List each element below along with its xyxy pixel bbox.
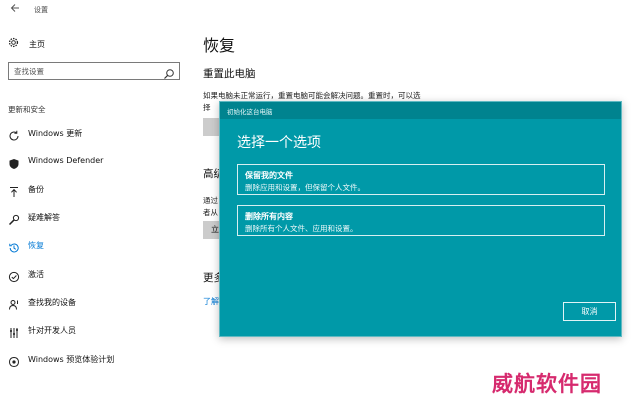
sidebar-home-label: 主页 xyxy=(29,39,45,49)
sidebar-item-activation[interactable]: 激活 xyxy=(0,262,190,286)
sidebar-item-label: 疑难解答 xyxy=(28,213,60,222)
back-arrow-icon xyxy=(10,4,19,12)
reset-description: 如果电脑未正常运行，重置电脑可能会解决问题。重置时，可以选 xyxy=(203,91,421,100)
option-title: 保留我的文件 xyxy=(245,171,293,180)
sidebar-item-insider-program[interactable]: Windows 预览体验计划 xyxy=(0,347,190,371)
sidebar-item-recovery[interactable]: 恢复 xyxy=(0,233,190,257)
dialog-title: 初始化这台电脑 xyxy=(227,108,273,116)
search-icon[interactable] xyxy=(163,65,175,79)
learn-more-link[interactable]: 了解 xyxy=(203,296,219,307)
advanced-description-cont: 者从 xyxy=(203,208,218,217)
option-description: 删除应用和设置，但保留个人文件。 xyxy=(245,183,365,192)
reset-description-cont: 择 xyxy=(203,103,211,112)
sidebar-item-windows-update[interactable]: Windows 更新 xyxy=(0,121,190,145)
window-titlebar: 设置 xyxy=(0,0,640,20)
wrench-icon xyxy=(8,211,20,226)
option-remove-everything[interactable]: 删除所有内容 删除所有个人文件、应用和设置。 xyxy=(237,205,605,236)
back-button[interactable] xyxy=(8,3,22,17)
gear-icon xyxy=(8,37,20,51)
option-keep-my-files[interactable]: 保留我的文件 删除应用和设置，但保留个人文件。 xyxy=(237,164,605,195)
shield-icon xyxy=(8,155,20,169)
advanced-description: 通过 xyxy=(203,196,218,205)
insider-icon xyxy=(8,353,20,368)
sidebar-item-troubleshoot[interactable]: 疑难解答 xyxy=(0,205,190,229)
sidebar-item-for-developers[interactable]: 针对开发人员 xyxy=(0,318,190,342)
window-title: 设置 xyxy=(34,6,48,14)
search-box[interactable] xyxy=(8,62,180,80)
sidebar-item-label: 查找我的设备 xyxy=(28,298,76,307)
sidebar-item-windows-defender[interactable]: Windows Defender xyxy=(0,149,190,173)
sidebar-item-backup[interactable]: 备份 xyxy=(0,177,190,201)
watermark: 威航软件园 xyxy=(492,371,602,396)
check-circle-icon xyxy=(8,268,20,283)
section-label: 更新和安全 xyxy=(8,105,46,114)
dialog-titlebar: 初始化这台电脑 xyxy=(220,102,621,119)
developer-tools-icon xyxy=(8,324,20,338)
sync-icon xyxy=(8,127,20,141)
sidebar-item-label: 恢复 xyxy=(28,241,44,250)
history-icon xyxy=(8,239,20,253)
reset-heading: 重置此电脑 xyxy=(203,68,256,80)
sidebar-item-label: 激活 xyxy=(28,270,44,279)
sidebar-item-label: 备份 xyxy=(28,185,44,194)
dialog-heading: 选择一个选项 xyxy=(237,135,321,151)
sidebar-item-find-my-device[interactable]: 查找我的设备 xyxy=(0,290,190,314)
sidebar-item-label: 针对开发人员 xyxy=(28,326,76,335)
sidebar-item-label: Windows 更新 xyxy=(28,129,83,138)
sidebar-home[interactable]: 主页 xyxy=(8,37,45,51)
option-title: 删除所有内容 xyxy=(245,212,293,221)
cancel-button[interactable]: 取消 xyxy=(563,302,616,321)
upload-arrow-icon xyxy=(8,183,20,197)
option-description: 删除所有个人文件、应用和设置。 xyxy=(245,224,358,233)
reset-pc-dialog: 初始化这台电脑 选择一个选项 保留我的文件 删除应用和设置，但保留个人文件。 删… xyxy=(219,101,622,337)
sidebar-item-label: Windows 预览体验计划 xyxy=(28,355,115,364)
page-title: 恢复 xyxy=(203,36,236,55)
sidebar: 主页 更新和安全 Windows 更新 Windows Defender 备份 … xyxy=(0,20,190,411)
person-location-icon xyxy=(8,296,20,310)
sidebar-item-label: Windows Defender xyxy=(28,156,104,165)
search-input[interactable] xyxy=(9,63,159,79)
